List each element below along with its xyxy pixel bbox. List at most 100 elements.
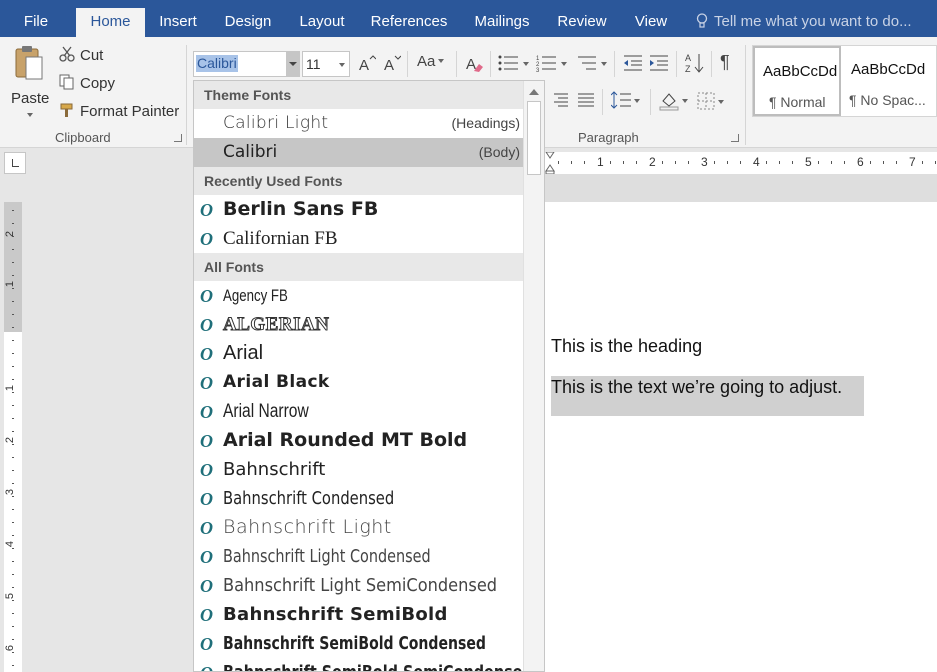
shrink-font-button[interactable]: A [383,54,402,76]
show-formatting-marks-button[interactable]: ¶ [720,52,730,73]
font-option[interactable]: O Bahnschrift [194,455,523,484]
shading-button[interactable] [659,91,688,115]
font-option[interactable]: O Bahnschrift Light SemiCondensed [194,571,523,600]
change-case-dropdown-icon [438,59,445,63]
font-option[interactable]: O Californian FB [194,224,523,253]
ruler-tick [688,161,689,164]
font-option[interactable]: O Berlin Sans FB [194,195,523,224]
vertical-ruler[interactable]: 2 1 1 2 3 4 5 6 [4,202,22,672]
numbering-button[interactable]: 123 [536,54,567,76]
borders-button[interactable] [697,92,724,114]
clear-formatting-button[interactable]: A [465,54,485,78]
font-list-scrollbar[interactable] [523,81,544,671]
vertical-ruler-margin [4,202,22,332]
vruler-tick [12,535,14,536]
indent-marker-icon[interactable] [545,152,555,174]
font-size-input[interactable]: 11 [306,56,321,72]
vruler-tick [12,301,14,302]
tab-file[interactable]: File [0,8,72,37]
align-right-button[interactable] [552,93,568,111]
font-option[interactable]: O Agency FB [194,281,523,310]
borders-icon [697,92,715,110]
increase-indent-button[interactable] [648,54,670,76]
font-name-combobox[interactable]: Calibri [193,51,300,77]
line-spacing-button[interactable] [610,91,640,113]
tell-me-search[interactable]: Tell me what you want to do... [696,8,912,37]
vruler-tick [12,366,14,367]
tab-design[interactable]: Design [218,8,278,37]
font-option[interactable]: Calibri Light (Headings) [194,109,523,138]
font-option-label: Bahnschrift SemiBold [223,604,448,625]
font-name-input[interactable]: Calibri [196,55,238,72]
paragraph-separator [676,51,677,77]
decrease-indent-button[interactable] [622,54,644,76]
paragraph-launcher-icon[interactable] [731,134,739,142]
font-option-hint: (Headings) [451,115,520,131]
horizontal-ruler[interactable]: 1 2 3 4 5 6 7 [545,152,937,174]
style-name: ¶ No Spac... [849,92,926,108]
change-case-label: Aa [417,53,436,70]
ruler-label: 1 [597,155,604,169]
font-option[interactable]: O Bahnschrift Light [194,513,523,542]
clipboard-launcher-icon[interactable] [174,134,182,142]
font-name-dropdown-icon[interactable] [286,52,299,76]
tab-references[interactable]: References [366,8,452,37]
ruler-tick [584,161,585,164]
grow-font-button[interactable]: A [358,54,377,76]
ruler-label: 2 [649,155,656,169]
svg-text:O: O [200,547,213,566]
clipboard-group-label: Clipboard [55,130,111,145]
ruler-tick [766,161,767,164]
ruler-tick [883,161,884,164]
font-option[interactable]: O Bahnschrift SemiBold Condensed [194,629,523,658]
cut-button[interactable]: Cut [58,45,103,64]
multilevel-list-button[interactable] [576,54,607,76]
tab-layout[interactable]: Layout [292,8,352,37]
font-option[interactable]: O Bahnschrift Condensed [194,484,523,513]
tab-selector-button[interactable] [4,152,26,174]
paste-button[interactable]: Paste [8,41,50,121]
tab-mailings[interactable]: Mailings [466,8,538,37]
font-option[interactable]: O Bahnschrift SemiBold [194,600,523,629]
font-option-label: Arial Narrow [223,401,309,422]
font-option[interactable]: O Bahnschrift Light Condensed [194,542,523,571]
font-option[interactable]: O Arial [194,339,523,368]
ruler-margin [545,174,937,202]
increase-indent-icon [650,55,668,71]
bullets-button[interactable] [498,54,529,76]
ruler-tick [558,161,559,164]
document-page[interactable] [545,202,937,672]
font-option[interactable]: O Arial Black [194,368,523,397]
sort-button[interactable]: AZ [685,52,705,78]
font-option-label: ALGERIAN [222,314,330,336]
tab-review[interactable]: Review [552,8,612,37]
tab-insert[interactable]: Insert [151,8,205,37]
font-option-label: Bahnschrift Light [223,516,392,538]
justify-button[interactable] [578,93,594,111]
tab-view[interactable]: View [626,8,676,37]
style-no-spacing[interactable]: AaBbCcDd ¶ No Spac... [843,46,931,116]
font-option[interactable]: O ALGERIAN [194,310,523,339]
ruler-tick [935,161,936,164]
change-case-button[interactable]: Aa [417,53,445,70]
font-size-dropdown-icon[interactable] [339,63,345,67]
document-heading[interactable]: This is the heading [551,336,702,357]
font-option-label: Agency FB [223,286,288,305]
document-selected-text[interactable]: This is the text we’re going to adjust. [551,376,864,416]
format-painter-button[interactable]: Format Painter [58,101,179,120]
svg-text:O: O [200,431,213,450]
font-option[interactable]: O Arial Rounded MT Bold [194,426,523,455]
vruler-tick [12,665,14,666]
font-size-combobox[interactable]: 11 [302,51,350,77]
font-option-selected[interactable]: Calibri (Body) [194,138,523,167]
font-option[interactable]: O Bahnschrift SemiBold SemiCondensed [194,658,533,671]
copy-button[interactable]: Copy [58,73,115,92]
style-normal[interactable]: AaBbCcDd ¶ Normal [753,46,841,116]
vruler-tick [12,288,14,289]
copy-icon [59,74,74,90]
group-separator [186,45,187,145]
tab-home[interactable]: Home [76,8,145,37]
scroll-up-icon[interactable] [529,89,539,95]
scrollbar-thumb[interactable] [527,101,541,175]
font-option[interactable]: O Arial Narrow [194,397,523,426]
